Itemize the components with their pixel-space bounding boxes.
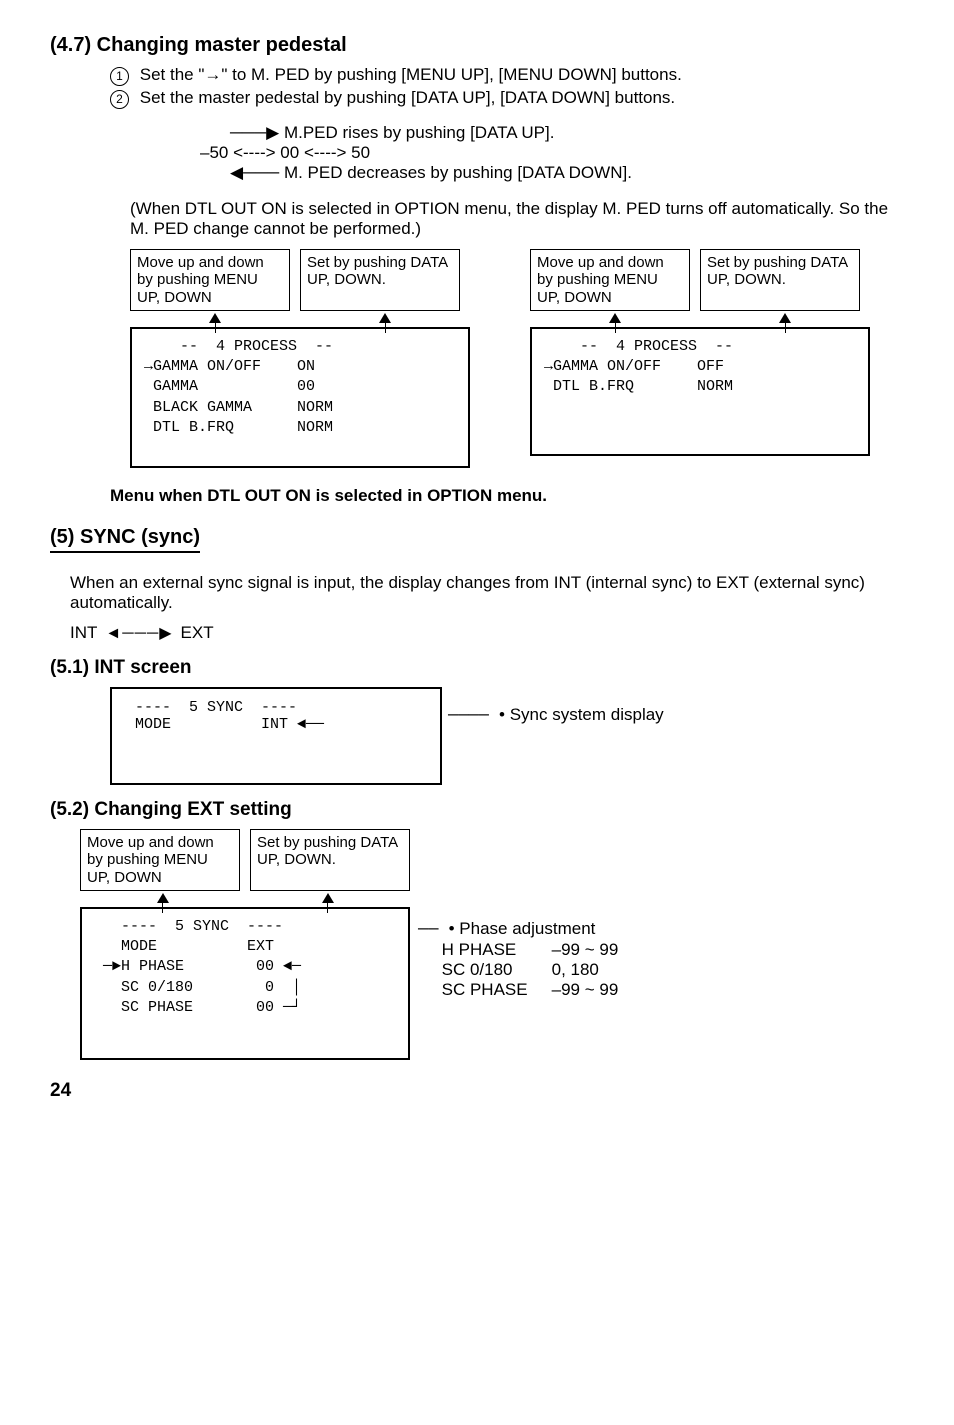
- phase-row-value: 0, 180: [552, 960, 599, 979]
- arrow-left-right-icon: ◄───▶: [105, 623, 172, 643]
- hint-set-left: Set by pushing DATA UP, DOWN.: [300, 249, 460, 311]
- ext-sync-menu: ---- 5 SYNC ---- MODE EXT ─►H PHASE 00 ◄…: [80, 907, 410, 1060]
- step-1: 1 Set the "→" to M. PED by pushing [MENU…: [110, 65, 904, 86]
- phase-row-value: –99 ~ 99: [552, 940, 619, 959]
- hint-move-left: Move up and down by pushing MENU UP, DOW…: [130, 249, 290, 311]
- step-2-text: Set the master pedestal by pushing [DATA…: [140, 88, 675, 107]
- sync-ext-label: EXT: [181, 623, 214, 643]
- sync-int-ext: INT ◄───▶ EXT: [70, 623, 904, 643]
- process-menu-caption: Menu when DTL OUT ON is selected in OPTI…: [110, 486, 904, 506]
- arrow-up-icon: [779, 313, 791, 323]
- phase-row-label: SC 0/180: [442, 960, 552, 980]
- mped-note: (When DTL OUT ON is selected in OPTION m…: [130, 199, 904, 239]
- int-screen-row: ---- 5 SYNC ---- MODE INT ◄── ──── • Syn…: [110, 687, 904, 785]
- step-2: 2 Set the master pedestal by pushing [DA…: [110, 88, 904, 109]
- ext-setting-col: Move up and down by pushing MENU UP, DOW…: [80, 829, 410, 1060]
- sync-int-label: INT: [70, 623, 97, 643]
- int-screen-side-label: ──── • Sync system display: [448, 705, 664, 726]
- process-menu-row: Move up and down by pushing MENU UP, DOW…: [130, 249, 904, 468]
- ext-setting-row: Move up and down by pushing MENU UP, DOW…: [80, 829, 904, 1060]
- process-menu-left: -- 4 PROCESS -- →GAMMA ON/OFF ON GAMMA 0…: [130, 327, 470, 468]
- arrow-up-icon: [379, 313, 391, 323]
- arrow-up-icon: [609, 313, 621, 323]
- step-1-text: Set the "→" to M. PED by pushing [MENU U…: [140, 65, 682, 84]
- hint-set-ext: Set by pushing DATA UP, DOWN.: [250, 829, 410, 891]
- sync-system-display-label: • Sync system display: [499, 705, 664, 724]
- int-screen-menu: ---- 5 SYNC ---- MODE INT ◄──: [110, 687, 442, 785]
- phase-adjust-block: ── • Phase adjustment H PHASE–99 ~ 99 SC…: [418, 919, 618, 1000]
- mped-rise-line: ───▶ M.PED rises by pushing [DATA UP].: [230, 123, 904, 143]
- hint-move-ext: Move up and down by pushing MENU UP, DOW…: [80, 829, 240, 891]
- process-menu-right-col: Move up and down by pushing MENU UP, DOW…: [530, 249, 870, 468]
- arrow-up-icon: [322, 893, 334, 903]
- mped-rise-text: M.PED rises by pushing [DATA UP].: [284, 123, 555, 142]
- step-1-marker: 1: [110, 67, 129, 86]
- page-number: 24: [50, 1080, 904, 1102]
- arrow-up-icon: [157, 893, 169, 903]
- arrow-up-icon: [209, 313, 221, 323]
- section-4-7-heading: (4.7) Changing master pedestal: [50, 34, 904, 57]
- hint-move-right: Move up and down by pushing MENU UP, DOW…: [530, 249, 690, 311]
- mped-dec-line: ◀─── M. PED decreases by pushing [DATA D…: [230, 163, 904, 183]
- hint-set-right: Set by pushing DATA UP, DOWN.: [700, 249, 860, 311]
- connector-line-icon: ──: [418, 921, 449, 940]
- mped-range: –50 <----> 00 <----> 50: [200, 143, 904, 163]
- phase-row-label: SC PHASE: [442, 980, 552, 1000]
- phase-row-label: H PHASE: [442, 940, 552, 960]
- section-5-1-heading: (5.1) INT screen: [50, 657, 904, 679]
- step-2-marker: 2: [110, 90, 129, 109]
- mped-dec-text: M. PED decreases by pushing [DATA DOWN].: [284, 163, 632, 182]
- connector-line-icon: ────: [448, 707, 499, 726]
- section-5-heading: (5) SYNC (sync): [50, 526, 200, 553]
- phase-row-value: –99 ~ 99: [552, 980, 619, 999]
- sync-intro: When an external sync signal is input, t…: [70, 573, 904, 613]
- process-menu-right: -- 4 PROCESS -- →GAMMA ON/OFF OFF DTL B.…: [530, 327, 870, 456]
- arrow-left-icon: ◀───: [230, 163, 284, 182]
- process-menu-left-col: Move up and down by pushing MENU UP, DOW…: [130, 249, 470, 468]
- arrow-right-icon: ───▶: [230, 123, 284, 142]
- section-5-2-heading: (5.2) Changing EXT setting: [50, 799, 904, 821]
- phase-adjust-title: • Phase adjustment: [449, 919, 596, 938]
